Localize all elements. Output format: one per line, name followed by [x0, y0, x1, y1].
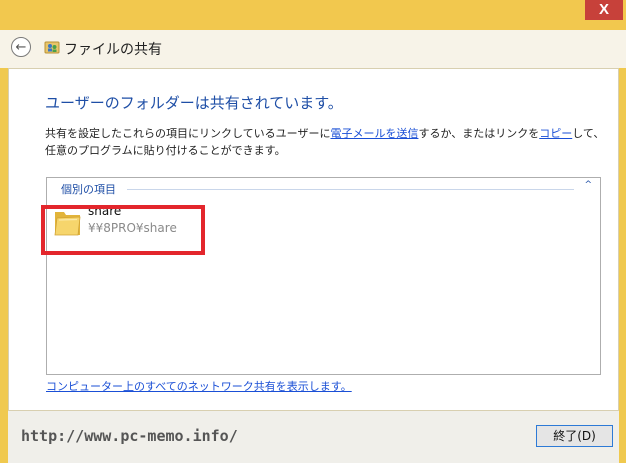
description-text: 共有を設定したこれらの項目にリンクしているユーザーに電子メールを送信するか、また…: [45, 125, 605, 159]
close-button[interactable]: 終了(D): [536, 425, 613, 447]
window-title: ファイルの共有: [64, 42, 162, 58]
send-email-link[interactable]: 電子メールを送信: [330, 127, 418, 140]
view-network-shares-link[interactable]: コンピューター上のすべてのネットワーク共有を表示します。: [46, 378, 352, 394]
dialog-footer: http://www.pc-memo.info/ 終了(D): [8, 411, 619, 463]
collapse-chevron-icon[interactable]: ^: [584, 180, 592, 190]
title-bar: X: [0, 0, 626, 30]
watermark-url: http://www.pc-memo.info/: [21, 427, 238, 445]
highlight-annotation-box: [41, 205, 205, 255]
page-heading: ユーザーのフォルダーは共有されています。: [45, 94, 343, 112]
share-people-icon: [44, 41, 60, 54]
window-close-button[interactable]: X: [585, 0, 623, 20]
navigation-bar: ← ファイルの共有: [0, 30, 626, 68]
group-divider: [127, 189, 574, 190]
back-button[interactable]: ←: [11, 37, 31, 57]
copy-link[interactable]: コピー: [539, 127, 572, 140]
group-header-label: 個別の項目: [61, 181, 120, 197]
back-arrow-icon: ←: [15, 40, 27, 55]
description-part2: するか、またはリンクを: [418, 127, 540, 140]
description-part1: 共有を設定したこれらの項目にリンクしているユーザーに: [45, 127, 331, 140]
